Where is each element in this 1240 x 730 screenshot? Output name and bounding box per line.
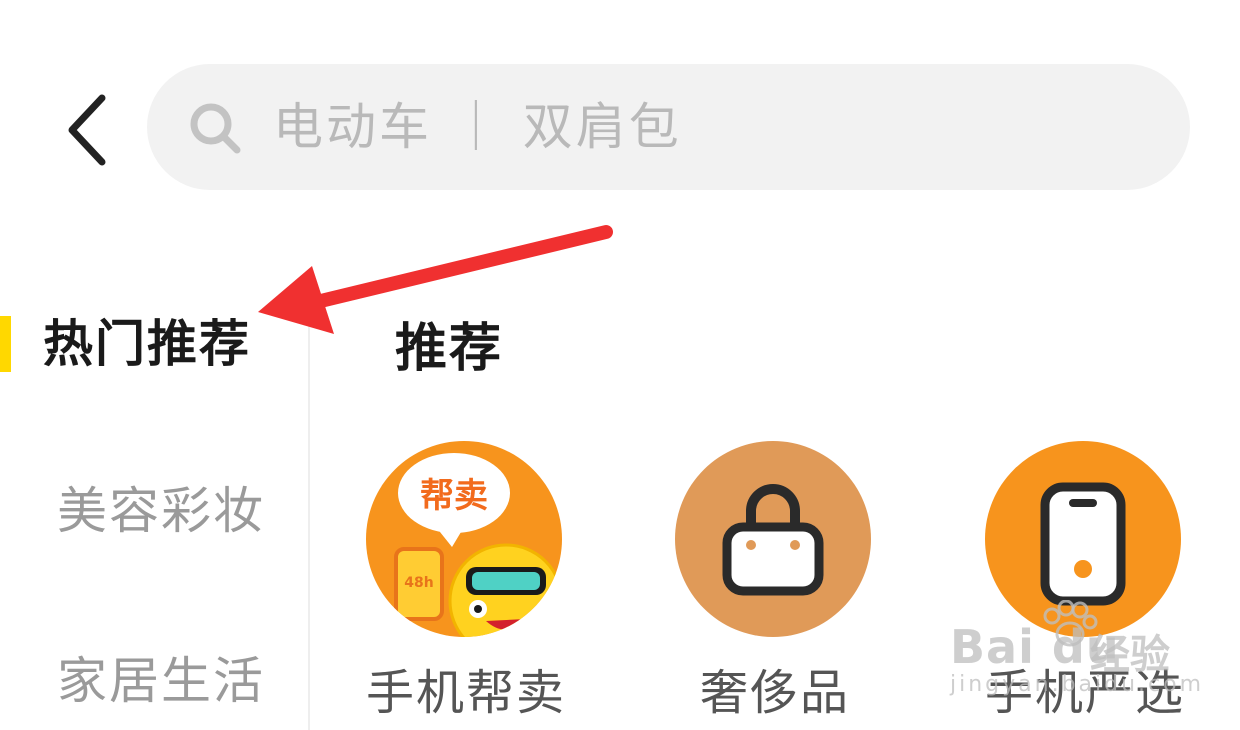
item-label: 奢侈品 [699,665,850,721]
search-icon [190,103,241,154]
category-item-phone-sell[interactable]: 帮卖 48h 手机帮卖 [366,441,566,730]
badge-text: 帮卖 [420,476,488,516]
sidebar-item-hot[interactable]: 热门推荐 [43,314,251,374]
chevron-left-icon [68,94,106,166]
shopping-bag-icon [675,441,871,637]
phone-text: 48h [404,575,433,591]
section-title: 推荐 [395,319,504,379]
item-label: 手机帮卖 [365,665,566,721]
sidebar-item-beauty[interactable]: 美容彩妆 [57,481,265,541]
category-item-luxury[interactable]: 奢侈品 [675,441,875,730]
mascot-sell-icon: 帮卖 48h [366,441,562,637]
sidebar-item-home[interactable]: 家居生活 [57,651,265,711]
phone-icon [985,441,1181,637]
sidebar-divider [308,300,310,730]
category-item-phone-select[interactable]: 手机严选 [985,441,1185,730]
search-placeholder: 电动车 ｜ 双肩包 [273,98,682,156]
active-indicator [0,316,11,372]
item-label: 手机严选 [984,665,1185,721]
back-button[interactable] [58,90,118,170]
search-input[interactable]: 电动车 ｜ 双肩包 [147,64,1190,190]
